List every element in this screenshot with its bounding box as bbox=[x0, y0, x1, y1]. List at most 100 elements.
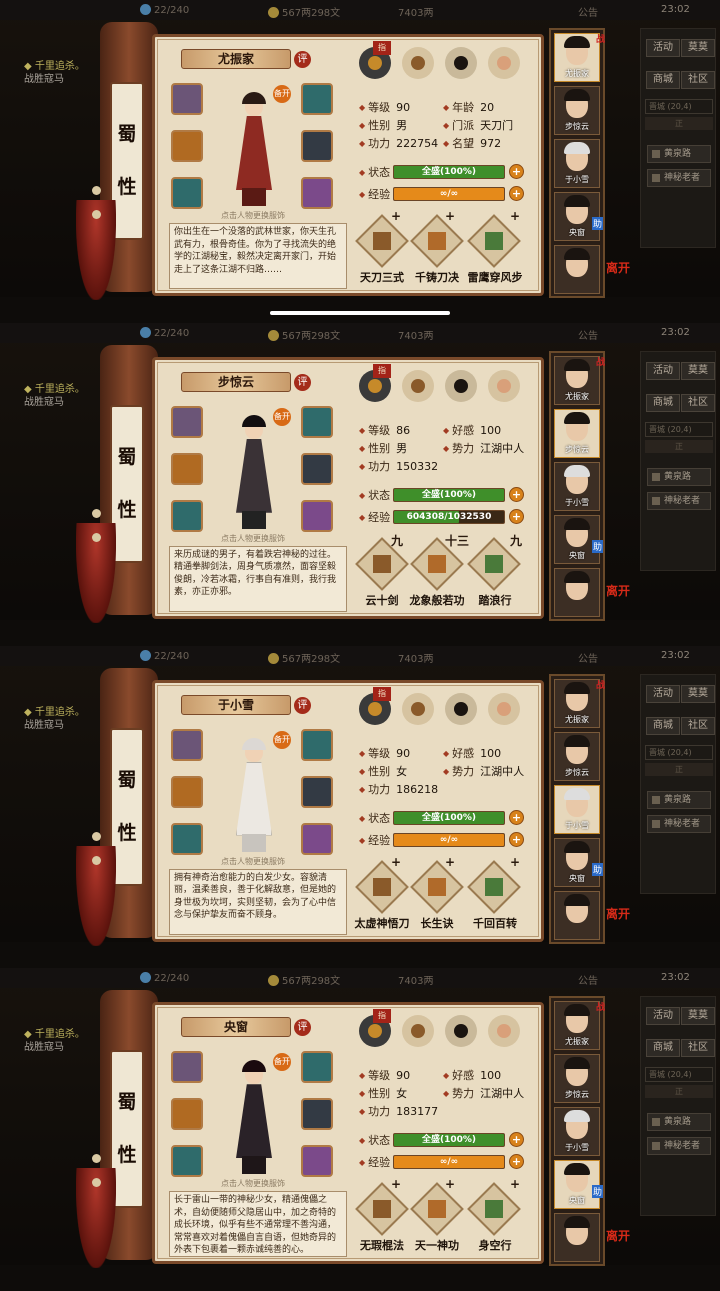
exp-plus-button[interactable]: + bbox=[509, 831, 524, 847]
tab-meridian-icon[interactable] bbox=[488, 47, 520, 79]
npc-item-elder[interactable]: 神秘老者 bbox=[647, 169, 711, 187]
roster-card[interactable]: 央窗助 bbox=[554, 837, 603, 887]
equip-slot-ring[interactable] bbox=[171, 822, 203, 855]
roster-card[interactable]: 尤振家战 bbox=[554, 355, 605, 405]
equip-slot-accessory[interactable] bbox=[301, 177, 333, 209]
location-item-huangquan[interactable]: 黄泉路 bbox=[647, 145, 711, 163]
activity-button[interactable]: 活动 bbox=[646, 361, 680, 380]
location-item-huangquan[interactable]: 黄泉路 bbox=[647, 790, 711, 809]
equip-slot-helmet[interactable] bbox=[301, 405, 333, 438]
equip-slot-armor[interactable] bbox=[301, 1098, 333, 1131]
heal-plus-button[interactable]: + bbox=[509, 1132, 524, 1148]
buff-icon[interactable]: 备开 bbox=[273, 730, 291, 749]
review-button[interactable]: 评 bbox=[294, 1019, 311, 1037]
roster-card[interactable]: 央窗助 bbox=[554, 192, 603, 241]
tab-scroll-icon[interactable] bbox=[402, 692, 434, 725]
roster-card[interactable] bbox=[554, 245, 600, 294]
equip-slot-armor[interactable] bbox=[301, 452, 333, 485]
skill-slot-2[interactable] bbox=[410, 214, 464, 268]
notice-button[interactable]: 公告 bbox=[578, 4, 598, 19]
roster-card[interactable] bbox=[554, 890, 600, 940]
notice-button[interactable]: 公告 bbox=[578, 972, 598, 987]
notice-button[interactable]: 公告 bbox=[578, 650, 598, 665]
quest-tracker[interactable]: ◆ 千里追杀。 战胜寇马 bbox=[24, 60, 85, 86]
review-button[interactable]: 评 bbox=[294, 51, 311, 68]
leave-button[interactable]: 离开 bbox=[606, 585, 634, 597]
equip-slot-weapon[interactable] bbox=[171, 1098, 203, 1131]
exp-plus-button[interactable]: + bbox=[509, 1154, 524, 1170]
character-portrait[interactable] bbox=[228, 92, 280, 208]
roster-card[interactable]: 步惊云 bbox=[554, 86, 600, 135]
roster-card[interactable]: 步惊云 bbox=[554, 1054, 600, 1104]
equip-slot-bracer[interactable] bbox=[171, 83, 203, 115]
exp-plus-button[interactable]: + bbox=[509, 508, 524, 524]
tab-meridian-icon[interactable] bbox=[488, 1015, 520, 1048]
npc-item-elder[interactable]: 神秘老者 bbox=[647, 814, 711, 833]
community-button[interactable]: 社区 bbox=[681, 1039, 715, 1058]
community-button[interactable]: 社区 bbox=[681, 393, 715, 412]
roster-card[interactable]: 于小雪 bbox=[554, 139, 600, 188]
skill-slot-2[interactable] bbox=[410, 1182, 464, 1237]
equip-slot-ring[interactable] bbox=[171, 499, 203, 532]
buff-icon[interactable]: 备开 bbox=[273, 407, 291, 426]
skill-slot-2[interactable] bbox=[410, 859, 464, 914]
npc-item-elder[interactable]: 神秘老者 bbox=[647, 491, 711, 510]
roster-card[interactable] bbox=[554, 1213, 600, 1263]
npc-item-elder[interactable]: 神秘老者 bbox=[647, 1137, 711, 1156]
area-selector[interactable]: 正 bbox=[645, 1085, 713, 1099]
leave-button[interactable]: 离开 bbox=[606, 1230, 634, 1242]
heal-plus-button[interactable]: + bbox=[509, 809, 524, 825]
equip-slot-helmet[interactable] bbox=[301, 1051, 333, 1084]
roster-card[interactable]: 央窗助 bbox=[554, 1160, 603, 1210]
momo-button[interactable]: 莫莫 bbox=[681, 39, 715, 57]
location-item-huangquan[interactable]: 黄泉路 bbox=[647, 467, 711, 486]
area-selector[interactable]: 正 bbox=[645, 439, 713, 453]
buff-icon[interactable]: 备开 bbox=[273, 85, 291, 103]
character-portrait[interactable] bbox=[228, 1060, 280, 1176]
tab-meridian-icon[interactable] bbox=[488, 369, 520, 402]
tab-scroll-icon[interactable] bbox=[402, 1015, 434, 1048]
leave-button[interactable]: 离开 bbox=[606, 262, 634, 274]
roster-card[interactable]: 央窗助 bbox=[554, 514, 603, 564]
equip-slot-weapon[interactable] bbox=[171, 130, 203, 162]
leave-button[interactable]: 离开 bbox=[606, 908, 634, 920]
equip-slot-helmet[interactable] bbox=[301, 83, 333, 115]
tab-yinyang-icon[interactable] bbox=[445, 692, 477, 725]
equip-slot-bracer[interactable] bbox=[171, 728, 203, 761]
roster-card[interactable]: 于小雪 bbox=[554, 784, 600, 834]
buff-icon[interactable]: 备开 bbox=[273, 1053, 291, 1072]
equip-slot-accessory[interactable] bbox=[301, 822, 333, 855]
heal-plus-button[interactable]: + bbox=[509, 164, 524, 179]
equip-slot-weapon[interactable] bbox=[171, 452, 203, 485]
equip-slot-armor[interactable] bbox=[301, 130, 333, 162]
shop-button[interactable]: 商城 bbox=[646, 716, 680, 735]
tab-meridian-icon[interactable] bbox=[488, 692, 520, 725]
equip-slot-accessory[interactable] bbox=[301, 499, 333, 532]
equip-slot-armor[interactable] bbox=[301, 775, 333, 808]
roster-card[interactable]: 于小雪 bbox=[554, 461, 600, 511]
notice-button[interactable]: 公告 bbox=[578, 327, 598, 342]
character-portrait[interactable] bbox=[228, 414, 280, 531]
equip-slot-bracer[interactable] bbox=[171, 1051, 203, 1084]
equip-slot-ring[interactable] bbox=[171, 177, 203, 209]
tab-scroll-icon[interactable] bbox=[402, 47, 434, 79]
roster-card[interactable]: 尤振家战 bbox=[554, 1001, 605, 1051]
equip-slot-weapon[interactable] bbox=[171, 775, 203, 808]
review-button[interactable]: 评 bbox=[294, 696, 311, 714]
location-item-huangquan[interactable]: 黄泉路 bbox=[647, 1113, 711, 1132]
tab-yinyang-icon[interactable] bbox=[445, 47, 477, 79]
area-selector[interactable]: 正 bbox=[645, 762, 713, 776]
review-button[interactable]: 评 bbox=[294, 373, 311, 391]
shop-button[interactable]: 商城 bbox=[646, 71, 680, 89]
activity-button[interactable]: 活动 bbox=[646, 39, 680, 57]
equip-slot-ring[interactable] bbox=[171, 1145, 203, 1178]
roster-card[interactable]: 于小雪 bbox=[554, 1107, 600, 1157]
tab-yinyang-icon[interactable] bbox=[445, 1015, 477, 1048]
quest-tracker[interactable]: ◆ 千里追杀。 战胜寇马 bbox=[24, 706, 85, 732]
character-portrait[interactable] bbox=[228, 737, 280, 854]
roster-card[interactable]: 尤振家战 bbox=[554, 33, 605, 82]
community-button[interactable]: 社区 bbox=[681, 716, 715, 735]
roster-card[interactable]: 步惊云 bbox=[554, 731, 600, 781]
exp-plus-button[interactable]: + bbox=[509, 186, 524, 201]
momo-button[interactable]: 莫莫 bbox=[681, 361, 715, 380]
